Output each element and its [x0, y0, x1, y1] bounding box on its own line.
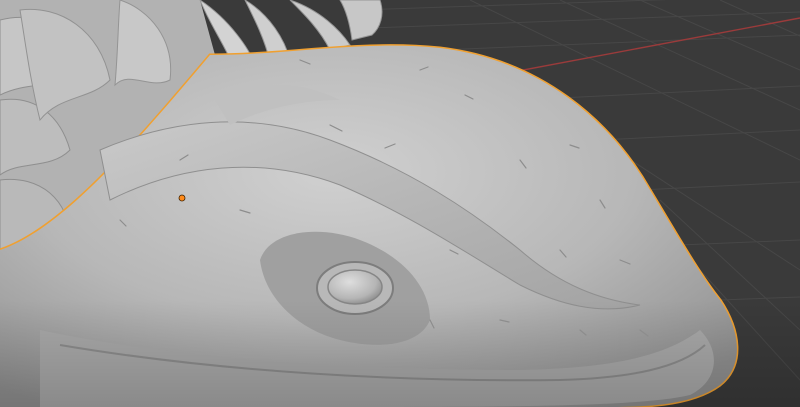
3d-viewport[interactable]	[0, 0, 800, 407]
object-origin-marker[interactable]	[178, 194, 186, 202]
viewport-canvas[interactable]	[0, 0, 800, 407]
ambient-shade	[0, 300, 800, 407]
eye	[327, 269, 383, 305]
